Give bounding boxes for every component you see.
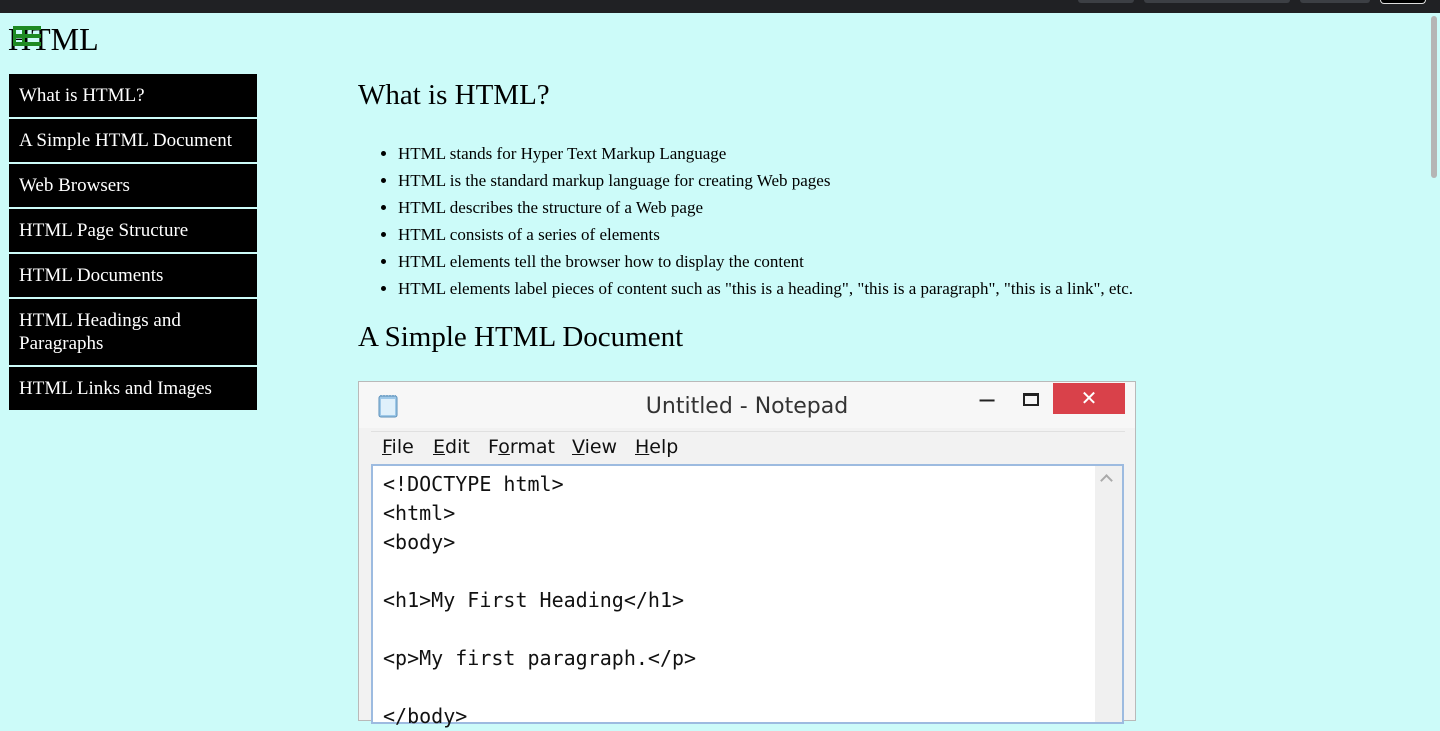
close-icon: ✕ [1053,383,1125,414]
menu-table-icon[interactable] [13,26,41,48]
list-item: HTML consists of a series of elements [398,221,1418,248]
browser-toolbar-button[interactable] [1144,0,1290,3]
notepad-menu-edit: Edit [433,436,470,458]
notepad-screenshot-image: Untitled - Notepad − ✕ File Edit Format … [358,381,1136,728]
notepad-title-bar: Untitled - Notepad − ✕ [359,382,1135,428]
sidebar-item-html-page-structure[interactable]: HTML Page Structure [9,209,257,252]
list-item: HTML elements tell the browser how to di… [398,248,1418,275]
chevron-up-icon [1100,474,1113,487]
minimize-icon: − [977,386,998,414]
html-code-sample: <!DOCTYPE html> <html> <body> <h1>My Fir… [383,472,697,728]
notepad-scrollbar [1095,466,1122,722]
sidebar-item-what-is-html[interactable]: What is HTML? [9,74,257,117]
sidebar-item-simple-html-document[interactable]: A Simple HTML Document [9,119,257,162]
notepad-window-title: Untitled - Notepad [645,394,849,419]
notepad-menu-bar: File Edit Format View Help [371,431,1125,463]
browser-toolbar-button[interactable] [1380,0,1426,4]
main-content: What is HTML? HTML stands for Hyper Text… [358,70,1418,354]
sidebar-item-links-images[interactable]: HTML Links and Images [9,367,257,410]
sidebar-item-headings-paragraphs[interactable]: HTML Headings and Paragraphs [9,299,257,365]
notepad-menu-file: File [382,436,414,458]
list-item: HTML is the standard markup language for… [398,167,1418,194]
list-item: HTML stands for Hyper Text Markup Langua… [398,140,1418,167]
list-item: HTML describes the structure of a Web pa… [398,194,1418,221]
page-scrollbar-thumb[interactable] [1431,16,1437,178]
sidebar-item-web-browsers[interactable]: Web Browsers [9,164,257,207]
notepad-menu-format: Format [488,436,555,458]
notepad-menu-view: View [572,436,618,458]
browser-top-bar [0,0,1440,13]
html-facts-list: HTML stands for Hyper Text Markup Langua… [358,140,1418,302]
sidebar-item-html-documents[interactable]: HTML Documents [9,254,257,297]
notepad-menu-help: Help [635,436,679,458]
section-heading-simple-document: A Simple HTML Document [358,321,684,353]
sidebar-nav: What is HTML? A Simple HTML Document Web… [9,74,257,412]
browser-toolbar-button[interactable] [1078,0,1134,3]
notepad-text-area: <!DOCTYPE html> <html> <body> <h1>My Fir… [371,464,1124,728]
browser-toolbar-button[interactable] [1300,0,1370,3]
maximize-icon [1023,393,1039,406]
list-item: HTML elements label pieces of content su… [398,275,1418,302]
page-scrollbar[interactable] [1428,13,1440,709]
section-heading-what-is-html: What is HTML? [358,79,550,111]
